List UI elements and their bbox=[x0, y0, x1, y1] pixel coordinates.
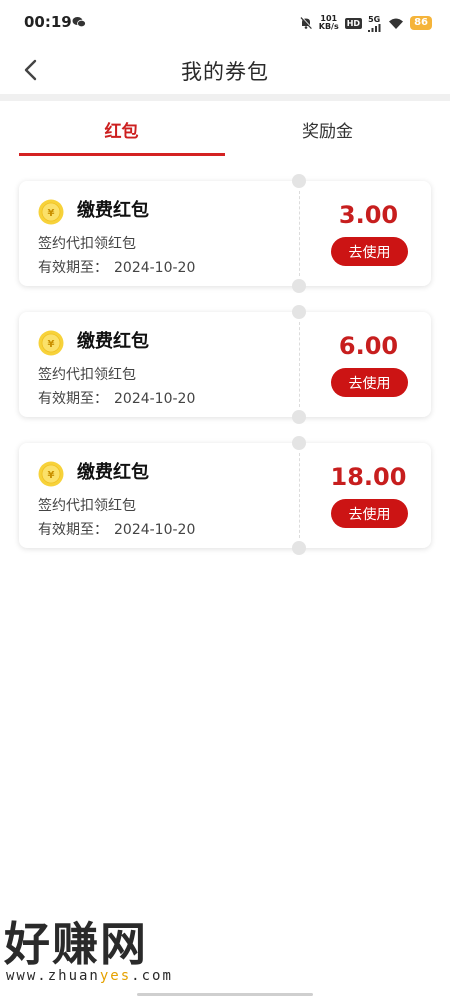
watermark-url: www.zhuanyes.com bbox=[6, 968, 173, 984]
page-header: 我的券包 bbox=[0, 46, 450, 94]
coupon-title: 缴费红包 bbox=[77, 200, 149, 221]
coupon-notch-top bbox=[292, 305, 306, 319]
watermark-title: 好赚网 bbox=[4, 917, 148, 971]
hd-badge: HD bbox=[344, 17, 363, 29]
tab-jiangli[interactable]: 奖励金 bbox=[225, 101, 430, 157]
coupon-divider bbox=[299, 191, 300, 276]
watermark-logo: 好赚网 www.zhuanyes.com bbox=[4, 918, 194, 988]
coupon-divider bbox=[299, 322, 300, 407]
tab-hongbao[interactable]: 红包 bbox=[19, 101, 224, 157]
active-tab-indicator bbox=[19, 153, 225, 156]
home-indicator[interactable] bbox=[137, 993, 313, 996]
coupon-card: ¥ 缴费红包 签约代扣领红包 有效期至： 2024-10-20 3.00 去使用 bbox=[19, 174, 431, 293]
wifi-icon bbox=[389, 18, 404, 29]
coupon-amount: 18.00 bbox=[330, 463, 407, 491]
use-coupon-button[interactable]: 去使用 bbox=[331, 237, 408, 266]
status-bar: 00:19 101 KB/s HD 5G 86 bbox=[0, 0, 450, 46]
coupon-amount: 3.00 bbox=[338, 201, 399, 229]
expiry-label: 有效期至： bbox=[38, 522, 108, 538]
coupon-notch-top bbox=[292, 436, 306, 450]
status-icons: 101 KB/s HD 5G 86 bbox=[299, 12, 432, 34]
watermark-url-highlight: yes bbox=[99, 968, 132, 984]
coupon-title: 缴费红包 bbox=[77, 331, 149, 352]
signal-icon bbox=[368, 23, 381, 32]
status-time: 00:19 bbox=[24, 13, 72, 31]
watermark-url-prefix: www.zhuan bbox=[6, 968, 100, 984]
watermark-url-suffix: .com bbox=[131, 968, 173, 984]
coupon-description: 签约代扣领红包 bbox=[38, 498, 136, 514]
coupon-description: 签约代扣领红包 bbox=[38, 236, 136, 252]
svg-text:¥: ¥ bbox=[48, 339, 55, 350]
expiry-date: 2024-10-20 bbox=[114, 522, 196, 538]
expiry-date: 2024-10-20 bbox=[114, 391, 196, 407]
coupon-description: 签约代扣领红包 bbox=[38, 367, 136, 383]
battery-indicator: 86 bbox=[410, 16, 432, 30]
signal-group: 5G bbox=[368, 15, 382, 32]
svg-text:¥: ¥ bbox=[48, 208, 55, 219]
use-coupon-button[interactable]: 去使用 bbox=[331, 368, 408, 397]
coupon-notch-bottom bbox=[292, 541, 306, 555]
coupon-expiry: 有效期至： 2024-10-20 bbox=[38, 519, 195, 539]
coupon-expiry: 有效期至： 2024-10-20 bbox=[38, 257, 195, 277]
network-type: 5G bbox=[368, 14, 381, 24]
tab-bar: 红包 奖励金 bbox=[0, 101, 450, 157]
yuan-coin-icon: ¥ bbox=[38, 330, 64, 356]
coupon-title: 缴费红包 bbox=[77, 462, 149, 483]
coupon-divider bbox=[299, 453, 300, 538]
coupon-expiry: 有效期至： 2024-10-20 bbox=[38, 388, 195, 408]
yuan-coin-icon: ¥ bbox=[38, 199, 64, 225]
header-divider bbox=[0, 94, 450, 101]
coupon-notch-bottom bbox=[292, 410, 306, 424]
expiry-label: 有效期至： bbox=[38, 391, 108, 407]
page-title: 我的券包 bbox=[181, 60, 269, 84]
expiry-label: 有效期至： bbox=[38, 260, 108, 276]
bell-off-icon bbox=[300, 16, 313, 29]
svg-text:¥: ¥ bbox=[48, 470, 55, 481]
coupon-notch-bottom bbox=[292, 279, 306, 293]
coupon-card: ¥ 缴费红包 签约代扣领红包 有效期至： 2024-10-20 18.00 去使用 bbox=[19, 436, 431, 555]
expiry-date: 2024-10-20 bbox=[114, 260, 196, 276]
coupon-list: ¥ 缴费红包 签约代扣领红包 有效期至： 2024-10-20 3.00 去使用 … bbox=[0, 157, 450, 1000]
coupon-card: ¥ 缴费红包 签约代扣领红包 有效期至： 2024-10-20 6.00 去使用 bbox=[19, 305, 431, 424]
speed-unit: KB/s bbox=[318, 22, 339, 31]
coupon-amount: 6.00 bbox=[338, 332, 399, 360]
use-coupon-button[interactable]: 去使用 bbox=[331, 499, 408, 528]
wechat-icon bbox=[72, 17, 86, 28]
coupon-notch-top bbox=[292, 174, 306, 188]
network-speed: 101 KB/s bbox=[319, 15, 339, 31]
yuan-coin-icon: ¥ bbox=[38, 461, 64, 487]
